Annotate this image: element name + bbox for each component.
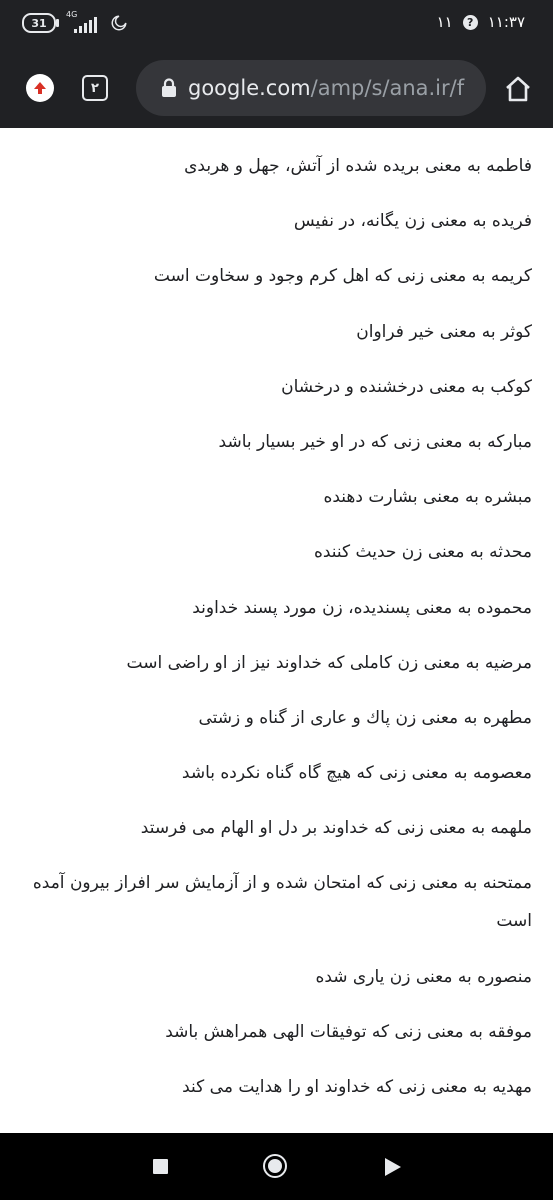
- list-item: مطهره به معنی زن پاك و عاری از گناه و زش…: [198, 707, 532, 728]
- status-left: 31 4G: [22, 10, 128, 33]
- clock: ۱۱:۳۷: [487, 13, 525, 31]
- list-item: ممتحنه به معنی زنی که امتحان شده و از آز…: [32, 873, 532, 932]
- list-item: مرضیه به معنی زن کاملی که خداوند نیز از …: [126, 652, 532, 673]
- name-meaning-list: فاطمه به معنی بریده شده از آتش، جهل و هر…: [0, 147, 553, 1106]
- home-icon[interactable]: [503, 74, 533, 104]
- list-item: کوکب به معنی درخشنده و درخشان: [281, 376, 532, 397]
- list-item: محموده به معنی پسندیده، زن مورد پسند خدا…: [192, 597, 532, 618]
- list-item: محدثه به معنی زن حدیث کننده: [313, 542, 532, 563]
- question-icon: ?: [462, 14, 478, 30]
- list-item: مهدیه به معنی زنی که خداوند او را هدایت …: [182, 1077, 532, 1097]
- list-item: فاطمه به معنی بریده شده از آتش، جهل و هر…: [184, 156, 532, 176]
- back-triangle-icon[interactable]: [384, 1157, 402, 1177]
- page-content[interactable]: فاطمه به معنی بریده شده از آتش، جهل و هر…: [0, 128, 553, 1133]
- address-bar[interactable]: google.com/amp/s/ana.ir/f: [136, 60, 486, 116]
- browser-toolbar: ۲ google.com/amp/s/ana.ir/f: [0, 48, 553, 128]
- list-item: معصومه به معنی زنی که هیچ گاه گناه نکرده…: [181, 763, 532, 784]
- arrow-up-circle-icon[interactable]: [26, 74, 54, 102]
- list-item: کوثر به معنی خیر فراوان: [356, 321, 532, 342]
- list-item: فریده به معنی زن یگانه، در نفیس: [293, 211, 532, 232]
- do-not-disturb-moon-icon: [111, 15, 127, 31]
- url-text: google.com/amp/s/ana.ir/f: [188, 76, 464, 100]
- url-path: /amp/s/ana.ir/f: [310, 76, 465, 100]
- list-item: ملهمه به معنی زنی که خداوند بر دل او اله…: [140, 818, 532, 839]
- navigation-bar: [0, 1133, 553, 1200]
- list-item: موفقه به معنی زنی که توفیقات الهی همراهش…: [165, 1021, 532, 1042]
- battery-icon: 31: [22, 13, 59, 33]
- status-right: ۱۱ ? ۱۱:۳۷: [437, 13, 525, 31]
- lock-icon: [162, 78, 176, 97]
- tab-count: ۲: [91, 80, 99, 96]
- signal-icon: 4G: [66, 10, 100, 33]
- battery-level: 31: [31, 16, 47, 30]
- list-item: مبارکه به معنی زنی که در او خیر بسیار با…: [218, 431, 532, 452]
- tab-switcher-button[interactable]: ۲: [82, 75, 108, 101]
- list-item: کریمه به معنی زنی که اهل کرم وجود و سخاو…: [153, 266, 532, 287]
- recent-apps-icon[interactable]: [153, 1159, 168, 1174]
- home-circle-icon[interactable]: [263, 1154, 287, 1178]
- url-host: google.com: [188, 76, 311, 100]
- notification-count: ۱۱: [436, 13, 453, 31]
- list-item: مبشره به معنی بشارت دهنده: [323, 487, 532, 508]
- status-bar: 31 4G ۱۱ ? ۱۱:۳۷: [0, 0, 553, 48]
- list-item: منصوره به معنی زن یاری شده: [315, 966, 532, 987]
